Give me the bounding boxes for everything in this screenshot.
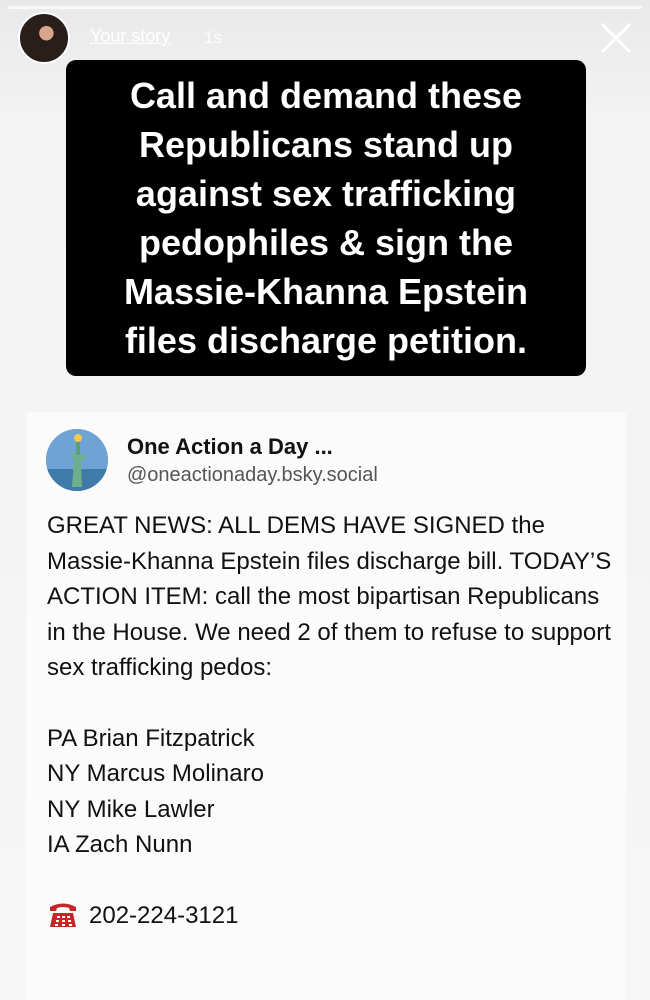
list-item: NY Mike Lawler (47, 795, 215, 823)
story-timestamp: 1s (204, 28, 222, 47)
phone-number[interactable]: 202-224-3121 (89, 898, 238, 934)
story-progress-bar (8, 6, 642, 9)
representatives-list: PA Brian Fitzpatrick NY Marcus Molinaro … (47, 721, 619, 863)
post-handle[interactable]: @oneactionaday.bsky.social (127, 464, 378, 487)
statue-of-liberty-icon (46, 429, 108, 491)
list-item: PA Brian Fitzpatrick (47, 724, 255, 752)
post-body: GREAT NEWS: ALL DEMS HAVE SIGNED the Mas… (47, 508, 619, 933)
telephone-icon (47, 899, 79, 931)
story-username[interactable]: Your story (90, 26, 170, 47)
profile-avatar[interactable] (18, 12, 70, 64)
close-icon[interactable] (600, 22, 632, 54)
post-text: GREAT NEWS: ALL DEMS HAVE SIGNED the Mas… (47, 512, 612, 681)
banner-text: Call and demand these Republicans stand … (123, 75, 529, 361)
post-avatar[interactable] (46, 429, 108, 491)
list-item: NY Marcus Molinaro (47, 760, 264, 787)
post-card: One Action a Day ... @oneactionaday.bsky… (26, 412, 626, 1000)
list-item: IA Zach Nunn (47, 831, 193, 858)
phone-row: 202-224-3121 (47, 898, 619, 934)
story-text-banner: Call and demand these Republicans stand … (66, 60, 586, 376)
story-header: Your story 1s (18, 12, 632, 64)
post-display-name[interactable]: One Action a Day ... (127, 434, 333, 460)
